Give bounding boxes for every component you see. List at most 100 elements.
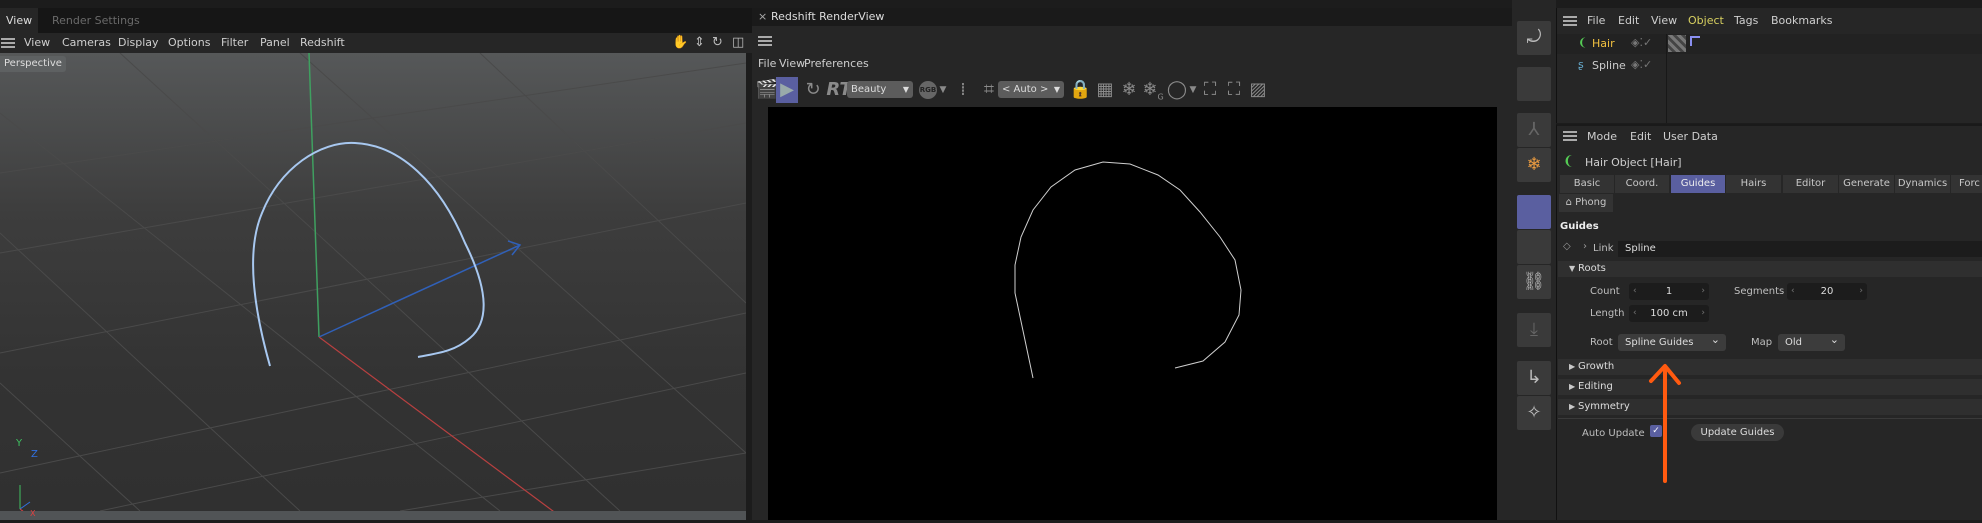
link-field[interactable]: Spline xyxy=(1618,241,1982,257)
tab-forces[interactable]: Forc xyxy=(1951,175,1982,193)
snowflake-icon[interactable]: ❄ xyxy=(1117,77,1141,103)
length-stepper[interactable]: ‹ 100 cm › xyxy=(1629,305,1709,322)
axis-arrow-icon[interactable]: ↳ xyxy=(1517,361,1551,395)
tab-dynamics[interactable]: Dynamics xyxy=(1895,175,1950,193)
menu-edit[interactable]: Edit xyxy=(1618,11,1639,31)
menu-redshift[interactable]: Redshift xyxy=(300,33,345,53)
editing-label: Editing xyxy=(1578,381,1613,392)
lock-icon[interactable]: 🔒 xyxy=(1069,77,1091,103)
tab-guides[interactable]: Guides xyxy=(1671,175,1725,193)
pan-hand-icon[interactable]: ✋ xyxy=(672,33,688,53)
layer-visibility-icons[interactable]: ◈⁚✓ xyxy=(1631,36,1652,49)
menu-mode[interactable]: Mode xyxy=(1587,127,1617,147)
focus-icon[interactable]: ⛶ xyxy=(1198,77,1222,103)
menu-view[interactable]: View xyxy=(1651,11,1677,31)
tab-phong[interactable]: ⌂ Phong xyxy=(1559,194,1613,212)
phong-tag-icon[interactable] xyxy=(1690,36,1700,46)
keyframe-diamond-icon[interactable]: ◇ xyxy=(1563,241,1571,252)
count-stepper[interactable]: ‹ 1 › xyxy=(1629,283,1709,300)
close-icon[interactable]: × xyxy=(758,10,767,23)
hair-object-icon: ❨ xyxy=(1563,154,1574,169)
fit-image-icon[interactable]: ⛶ xyxy=(1222,77,1246,103)
tab-view[interactable]: View xyxy=(0,8,39,33)
menu-edit[interactable]: Edit xyxy=(1630,127,1651,147)
length-value: 100 cm xyxy=(1650,308,1688,319)
link-label: Link xyxy=(1593,243,1614,254)
menu-options[interactable]: Options xyxy=(168,33,210,53)
object-row-hair[interactable]: ❨ Hair ◈⁚✓ xyxy=(1557,34,1982,54)
menu-display[interactable]: Display xyxy=(118,33,159,53)
hamburger-icon[interactable] xyxy=(1,38,15,48)
reset-axis-icon[interactable]: ⤾ xyxy=(1517,21,1551,55)
hamburger-icon[interactable] xyxy=(1563,16,1577,26)
hamburger-icon[interactable] xyxy=(1563,131,1577,141)
update-guides-button[interactable]: Update Guides xyxy=(1691,424,1784,441)
tab-render-settings[interactable]: Render Settings xyxy=(46,8,146,33)
tab-basic[interactable]: Basic xyxy=(1560,175,1614,193)
snowflake-icon[interactable]: ❄ xyxy=(1517,148,1551,182)
refresh-icon[interactable]: ↻ xyxy=(802,77,824,103)
blank-tool-button[interactable] xyxy=(1517,230,1551,264)
editing-group-header[interactable]: ▶ Editing xyxy=(1558,379,1982,395)
hatch-icon[interactable]: ▨ xyxy=(1246,77,1270,103)
tab-editor[interactable]: Editor xyxy=(1783,175,1838,193)
root-dropdown[interactable]: Spline Guides xyxy=(1618,331,1726,351)
symmetry-label: Symmetry xyxy=(1578,401,1630,412)
viewport-menu-bar: View Cameras Display Options Filter Pane… xyxy=(0,33,752,53)
tab-hairs[interactable]: Hairs xyxy=(1726,175,1781,193)
link-icon[interactable]: ⛓ xyxy=(1517,265,1551,299)
hamburger-icon[interactable] xyxy=(758,36,772,46)
3d-viewport[interactable]: Y Z xyxy=(0,53,746,511)
menu-user-data[interactable]: User Data xyxy=(1663,127,1718,147)
menu-view[interactable]: View xyxy=(779,54,805,74)
dither-icon[interactable]: ⁞ xyxy=(953,77,973,103)
roots-group-header[interactable]: ▼ Roots xyxy=(1558,261,1982,277)
rgb-dropdown-arrow-icon[interactable]: ▼ xyxy=(937,77,949,103)
move-icon[interactable]: ⇕ xyxy=(694,33,705,53)
tab-generate[interactable]: Generate xyxy=(1839,175,1894,193)
growth-group-header[interactable]: ▶ Growth xyxy=(1558,359,1982,375)
blank-tool-button[interactable] xyxy=(1517,67,1551,101)
render-canvas[interactable] xyxy=(768,107,1497,520)
object-row-spline[interactable]: ʂ Spline ◈⁚✓ xyxy=(1557,56,1666,76)
symmetry-group-header[interactable]: ▶ Symmetry xyxy=(1558,399,1982,415)
grid-icon[interactable]: ▦ xyxy=(1093,77,1117,103)
branch-icon[interactable]: ⅄ xyxy=(1517,113,1551,147)
snowflake-g-icon[interactable]: ❄G xyxy=(1141,77,1165,103)
maximize-view-icon[interactable]: ◫ xyxy=(732,33,744,53)
map-dropdown[interactable]: Old xyxy=(1778,331,1845,351)
hair-guide-spline[interactable] xyxy=(252,141,485,367)
object-name[interactable]: Spline xyxy=(1592,59,1626,72)
circle-icon[interactable]: ◯ xyxy=(1164,77,1190,103)
renderview-title-bar: × Redshift RenderView xyxy=(752,8,1512,26)
active-tool-button[interactable] xyxy=(1517,195,1551,229)
x-axis-line xyxy=(318,336,554,511)
menu-object[interactable]: Object xyxy=(1688,11,1724,31)
tab-coord[interactable]: Coord. xyxy=(1615,175,1669,193)
menu-tags[interactable]: Tags xyxy=(1734,11,1758,31)
orbit-icon[interactable]: ↻ xyxy=(712,33,723,53)
object-name[interactable]: Hair xyxy=(1592,37,1615,50)
segments-stepper[interactable]: ‹ 20 › xyxy=(1787,283,1867,300)
download-icon[interactable]: ⤓ xyxy=(1517,313,1551,347)
render-play-icon[interactable]: ▶ xyxy=(776,77,798,103)
menu-file[interactable]: File xyxy=(1587,11,1605,31)
crop-region-dropdown[interactable]: < Auto > xyxy=(998,81,1064,98)
menu-filter[interactable]: Filter xyxy=(221,33,248,53)
menu-cameras[interactable]: Cameras xyxy=(62,33,111,53)
column-divider xyxy=(1666,34,1667,123)
menu-file[interactable]: File xyxy=(758,54,776,74)
rgb-button[interactable]: RGB xyxy=(919,81,937,99)
aov-dropdown[interactable]: Beauty xyxy=(847,81,913,98)
camera-label[interactable]: Perspective xyxy=(0,56,66,72)
circle-dropdown-arrow-icon[interactable]: ▼ xyxy=(1188,77,1198,103)
layer-visibility-icons[interactable]: ◈⁚✓ xyxy=(1631,58,1652,71)
expand-chevron-icon[interactable]: › xyxy=(1583,241,1587,252)
menu-view[interactable]: View xyxy=(24,33,50,53)
menu-bookmarks[interactable]: Bookmarks xyxy=(1771,11,1832,31)
snap-points-icon[interactable]: ✧ xyxy=(1517,396,1551,430)
menu-panel[interactable]: Panel xyxy=(260,33,290,53)
object-manager: File Edit View Object Tags Bookmarks ❨ H… xyxy=(1556,8,1982,123)
material-tag-icon[interactable] xyxy=(1668,35,1686,52)
menu-preferences[interactable]: Preferences xyxy=(804,54,869,74)
